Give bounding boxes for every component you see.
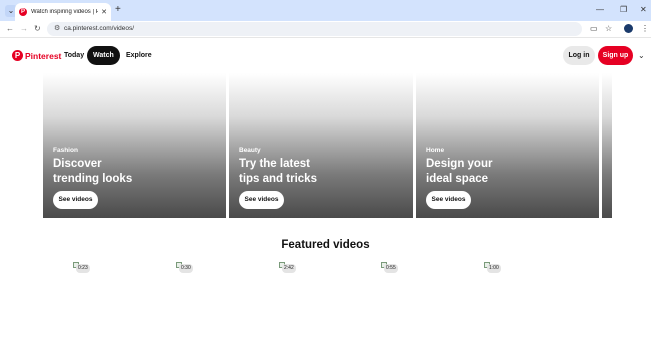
chevron-down-icon[interactable]: ⌄ bbox=[638, 50, 645, 62]
brand-name: Pinterest bbox=[25, 50, 62, 61]
new-tab-icon[interactable]: + bbox=[115, 4, 121, 16]
nav-today[interactable]: Today bbox=[58, 46, 90, 65]
address-bar[interactable]: ⚙ ca.pinterest.com/videos/ bbox=[47, 22, 582, 36]
browser-toolbar: ← → ↻ ⚙ ca.pinterest.com/videos/ ▭ ☆ ⋮ bbox=[0, 21, 651, 38]
video-thumbnail[interactable]: 0:30 bbox=[176, 262, 196, 274]
maximize-icon[interactable]: ❐ bbox=[620, 4, 627, 16]
card-headline: Design your ideal space bbox=[426, 158, 493, 185]
video-duration: 1:00 bbox=[487, 264, 501, 273]
see-videos-button[interactable]: See videos bbox=[53, 191, 98, 209]
bookmark-star-icon[interactable]: ☆ bbox=[605, 23, 612, 35]
nav-explore[interactable]: Explore bbox=[120, 46, 158, 65]
signup-button[interactable]: Sign up bbox=[598, 46, 633, 65]
video-thumbnail[interactable]: 0:55 bbox=[381, 262, 401, 274]
hero-card-partial[interactable] bbox=[602, 73, 612, 218]
profile-icon[interactable] bbox=[624, 24, 633, 33]
pinterest-logo-icon: P bbox=[12, 50, 23, 61]
video-thumbnail[interactable]: 2:42 bbox=[279, 262, 299, 274]
pinterest-favicon-icon: P bbox=[19, 8, 27, 16]
card-headline: Try the latest tips and tricks bbox=[239, 158, 317, 185]
tab-title: Watch inspiring videos | Pinterest bbox=[31, 9, 99, 15]
video-thumbnail[interactable]: 0:23 bbox=[73, 262, 93, 274]
browser-tab[interactable]: P Watch inspiring videos | Pinterest ✕ bbox=[15, 3, 111, 21]
video-duration: 0:55 bbox=[384, 264, 398, 273]
card-category: Beauty bbox=[239, 147, 261, 154]
pinterest-logo[interactable]: P Pinterest bbox=[12, 50, 61, 61]
see-videos-button[interactable]: See videos bbox=[239, 191, 284, 209]
card-category: Fashion bbox=[53, 147, 78, 154]
nav-watch[interactable]: Watch bbox=[87, 46, 120, 65]
browser-tab-strip: ⌄ P Watch inspiring videos | Pinterest ✕… bbox=[0, 0, 651, 21]
url-text: ca.pinterest.com/videos/ bbox=[64, 25, 135, 32]
minimize-icon[interactable]: — bbox=[596, 4, 604, 16]
hero-card-beauty[interactable]: Beauty Try the latest tips and tricks Se… bbox=[229, 73, 413, 218]
site-info-icon[interactable]: ⚙ bbox=[54, 23, 60, 35]
video-duration: 2:42 bbox=[282, 264, 296, 273]
card-headline: Discover trending looks bbox=[53, 158, 133, 185]
hero-card-home[interactable]: Home Design your ideal space See videos bbox=[416, 73, 599, 218]
back-icon[interactable]: ← bbox=[6, 23, 14, 35]
video-thumbnail[interactable]: 1:00 bbox=[484, 262, 504, 274]
reload-icon[interactable]: ↻ bbox=[34, 23, 41, 35]
tab-close-icon[interactable]: ✕ bbox=[101, 8, 107, 16]
forward-icon[interactable]: → bbox=[20, 23, 28, 35]
cast-icon[interactable]: ▭ bbox=[590, 23, 598, 35]
hero-card-fashion[interactable]: Fashion Discover trending looks See vide… bbox=[43, 73, 226, 218]
video-duration: 0:23 bbox=[76, 264, 90, 273]
window-close-icon[interactable]: ✕ bbox=[640, 4, 647, 16]
menu-icon[interactable]: ⋮ bbox=[641, 23, 649, 35]
featured-videos-title: Featured videos bbox=[281, 239, 370, 251]
login-button[interactable]: Log in bbox=[563, 46, 595, 65]
see-videos-button[interactable]: See videos bbox=[426, 191, 471, 209]
card-category: Home bbox=[426, 147, 445, 154]
video-duration: 0:30 bbox=[179, 264, 193, 273]
